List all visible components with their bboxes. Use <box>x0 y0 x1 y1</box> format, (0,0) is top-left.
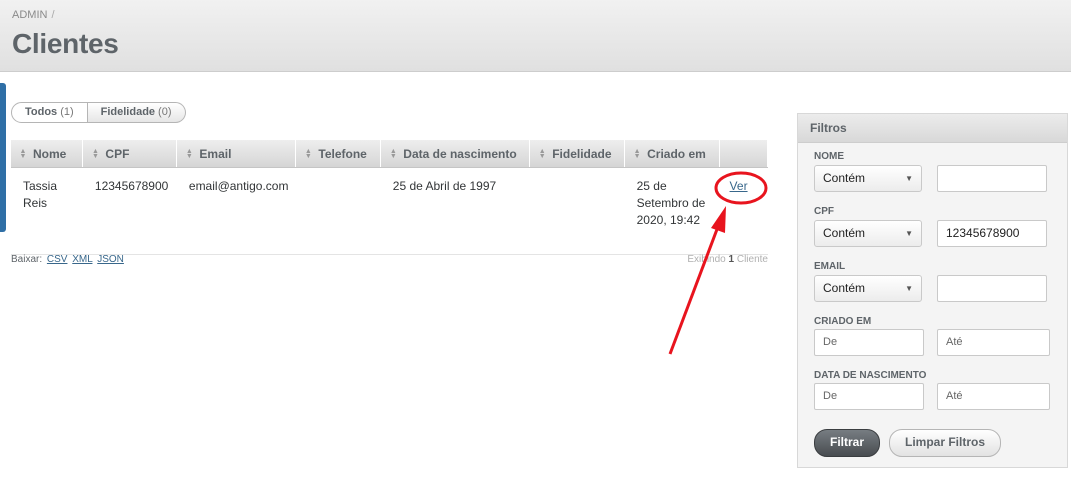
download-csv-link[interactable]: CSV <box>47 254 68 265</box>
scope-label: Todos <box>25 106 58 118</box>
filter-label-criado-em: CRIADO EM <box>814 316 872 327</box>
filter-cpf-operator-select[interactable]: Contém ▼ <box>814 220 922 247</box>
column-header-telefone[interactable]: ▲ ▼ Telefone <box>295 140 382 168</box>
cell-nascimento: 25 de Abril de 1997 <box>380 167 530 255</box>
cell-nome: Tassia Reis <box>11 167 83 255</box>
cell-telefone <box>295 167 381 255</box>
download-label: Baixar: <box>11 254 43 265</box>
scope-tab-todos[interactable]: Todos (1) <box>11 102 88 123</box>
table-header-row: ▲ ▼ Nome ▲ ▼ CPF ▲ ▼ Email ▲ ▼ Telefone ▲ ▼ Data d… <box>11 140 768 168</box>
cell-cpf: 12345678900 <box>82 167 177 255</box>
cell-email: email@antigo.com <box>176 167 296 255</box>
chevron-down-icon: ▼ <box>905 229 913 238</box>
sort-icon: ▲ ▼ <box>633 148 641 161</box>
sort-icon: ▲ ▼ <box>538 148 546 161</box>
breadcrumb: ADMIN / <box>12 9 55 21</box>
ver-link[interactable]: Ver <box>730 179 748 193</box>
filter-label-email: EMAIL <box>814 261 846 272</box>
filter-label-data-nascimento: DATA DE NASCIMENTO <box>814 370 927 381</box>
cell-fidelidade <box>529 167 625 255</box>
scope-tab-fidelidade[interactable]: Fidelidade (0) <box>87 102 186 123</box>
filters-panel: Filtros NOME Contém ▼ CPF Contém ▼ 1234567… <box>797 113 1068 468</box>
filter-nascimento-from-input[interactable]: De <box>814 383 924 410</box>
page-title: Clientes <box>12 28 119 59</box>
filter-criado-em-from-input[interactable]: De <box>814 329 924 356</box>
scope-count: (0) <box>158 106 172 118</box>
filter-nascimento-to-input[interactable]: Até <box>937 383 1050 410</box>
clear-filters-button[interactable]: Limpar Filtros <box>889 429 1001 457</box>
sort-icon: ▲ ▼ <box>389 148 397 161</box>
filter-nome-operator-select[interactable]: Contém ▼ <box>814 165 922 192</box>
scope-label: Fidelidade <box>100 106 156 118</box>
column-header-fidelidade[interactable]: ▲ ▼ Fidelidade <box>529 140 626 168</box>
column-header-email[interactable]: ▲ ▼ Email <box>176 140 297 168</box>
breadcrumb-admin[interactable]: ADMIN <box>12 9 47 21</box>
chevron-down-icon: ▼ <box>905 284 913 293</box>
download-xml-link[interactable]: XML <box>72 254 92 265</box>
download-links: Baixar: CSV XML JSON <box>11 254 124 265</box>
column-header-nome[interactable]: ▲ ▼ Nome <box>11 140 84 168</box>
column-header-nascimento[interactable]: ▲ ▼ Data de nascimento <box>380 140 531 168</box>
column-header-cpf[interactable]: ▲ ▼ CPF <box>82 140 178 168</box>
clientes-table: ▲ ▼ Nome ▲ ▼ CPF ▲ ▼ Email ▲ ▼ Telefone ▲ ▼ Data d… <box>11 140 768 255</box>
filter-label-nome: NOME <box>814 151 844 162</box>
filter-cpf-input[interactable]: 12345678900 <box>937 220 1047 247</box>
table-row: Tassia Reis 12345678900 email@antigo.com … <box>11 167 768 255</box>
sort-icon: ▲ ▼ <box>185 148 193 161</box>
cell-actions: Ver <box>719 167 768 255</box>
chevron-down-icon: ▼ <box>905 174 913 183</box>
filter-criado-em-to-input[interactable]: Até <box>937 329 1050 356</box>
cell-criado-em: 25 de Setembro de 2020, 19:42 <box>624 167 720 255</box>
download-json-link[interactable]: JSON <box>97 254 124 265</box>
pagination-info: Exibindo 1 Cliente <box>687 254 768 265</box>
filter-submit-button[interactable]: Filtrar <box>814 429 880 457</box>
sort-icon: ▲ ▼ <box>304 148 312 161</box>
sort-icon: ▲ ▼ <box>19 148 27 161</box>
filter-email-input[interactable] <box>937 275 1047 302</box>
left-accent-bar <box>0 83 6 232</box>
breadcrumb-separator: / <box>51 9 55 21</box>
sort-icon: ▲ ▼ <box>91 148 99 161</box>
filter-nome-input[interactable] <box>937 165 1047 192</box>
filter-email-operator-select[interactable]: Contém ▼ <box>814 275 922 302</box>
page-header: ADMIN / Clientes <box>0 0 1071 72</box>
column-header-actions <box>719 140 768 168</box>
scope-tabs: Todos (1) Fidelidade (0) <box>11 102 186 123</box>
column-header-criado-em[interactable]: ▲ ▼ Criado em <box>624 140 721 168</box>
filters-title: Filtros <box>798 114 1067 143</box>
scope-count: (1) <box>60 106 74 118</box>
filter-label-cpf: CPF <box>814 206 834 217</box>
